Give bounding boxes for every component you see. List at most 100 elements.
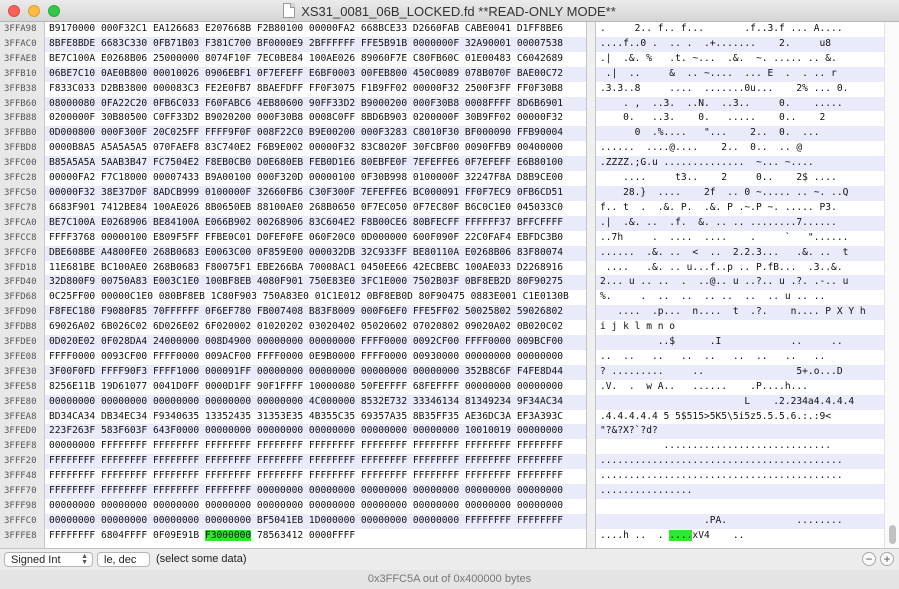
ascii-row[interactable]: ....h .. . ....xV4 .. bbox=[596, 529, 884, 544]
hex-row[interactable]: 0C25FF00 00000C1E0 080BF8EB 1C80F903 750… bbox=[45, 290, 586, 305]
offset-label: 3FFDB8 bbox=[4, 322, 37, 333]
hex-row[interactable]: 00000FA2 F7C18000 00007433 B9A00100 000F… bbox=[45, 171, 586, 186]
hex-row[interactable]: 0000B8A5 A5A5A5A5 070FAEF8 83C740E2 F6B9… bbox=[45, 141, 586, 156]
hex-row[interactable]: 0D020E02 0F028DA4 24000000 008D4900 0000… bbox=[45, 335, 586, 350]
hex-row[interactable]: 8BFE8BDE 6683C330 0FB71B03 F381C700 BF00… bbox=[45, 36, 586, 52]
offset-label: 3FFCF0 bbox=[4, 247, 37, 258]
ascii-row[interactable]: 0 .%.... "... 2.. 0. ... bbox=[596, 126, 884, 142]
hex-row[interactable]: 0D000800 000F300F 20C025FF FFFF9F0F 008F… bbox=[45, 126, 586, 142]
ascii-row[interactable]: ? ......... .. 5+.o...D bbox=[596, 364, 884, 380]
hex-row[interactable]: 8256E11B 19D61077 0041D0FF 0000D1FF 90F1… bbox=[45, 380, 586, 395]
hex-row[interactable]: FFFFFFFF FFFFFFFF FFFFFFFF FFFFFFFF FFFF… bbox=[45, 454, 586, 470]
ascii-row[interactable]: . 2.. f.. f... .f..3.f ... A.... bbox=[596, 22, 884, 37]
endian-select[interactable]: le, dec bbox=[97, 552, 150, 567]
hex-row[interactable]: 223F263F 583F603F 643F0000 00000000 0000… bbox=[45, 424, 586, 440]
hex-row[interactable]: FFFF0000 0093CF00 FFFF0000 009ACF00 FFFF… bbox=[45, 350, 586, 365]
offset-label: 3FFFE8 bbox=[4, 530, 37, 541]
ascii-row[interactable]: ................ bbox=[596, 484, 884, 499]
hex-row[interactable]: BE7C100A E0268906 BE84100A E066B902 0026… bbox=[45, 215, 586, 231]
offset-label: 3FFC78 bbox=[4, 202, 37, 213]
offset-column: 3FFA98 3FFAC0 3FFAE8 3FFB10 3FFB38 3FFB60 3FFB… bbox=[0, 22, 45, 548]
add-inspector-button[interactable]: + bbox=[880, 552, 894, 566]
hex-row[interactable]: 06BE7C10 0AE0B800 00010026 0906EBF1 0F7E… bbox=[45, 66, 586, 82]
offset-label: 3FFEA8 bbox=[4, 411, 37, 422]
scrollbar-thumb[interactable] bbox=[889, 525, 896, 544]
ascii-row[interactable]: .V. . w A.. ...... .P....h... bbox=[596, 380, 884, 395]
offset-label: 3FFF70 bbox=[4, 486, 37, 497]
hex-row[interactable]: 6683F901 7412BE84 100AE026 8B0650EB 8810… bbox=[45, 201, 586, 216]
ascii-row[interactable]: .... .p... n.... t .?. n.... P X Y h bbox=[596, 305, 884, 321]
hex-row[interactable]: FFFFFFFF FFFFFFFF FFFFFFFF FFFFFFFF 0000… bbox=[45, 484, 586, 499]
offset-label: 3FFE30 bbox=[4, 366, 37, 377]
offset-label: 3FFBD8 bbox=[4, 143, 37, 154]
hex-row[interactable]: F8FEC180 F9080F85 70FFFFFF 0F6EF780 FB00… bbox=[45, 305, 586, 321]
hex-row[interactable]: DBE608BE A4800FE0 268B0683 E0063C00 0F85… bbox=[45, 245, 586, 261]
ascii-row[interactable]: .... t3.. 2 0.. 2$ .... bbox=[596, 171, 884, 186]
hex-row[interactable]: 3F00F0FD FFFF90F3 FFFF1000 000091FF 0000… bbox=[45, 364, 586, 380]
hex-row[interactable]: 00000F32 38E37D0F 8ADCB999 0100000F 3266… bbox=[45, 185, 586, 201]
ascii-row[interactable]: ..7h . .... .... . ` "...... bbox=[596, 231, 884, 246]
hex-row[interactable]: 00000000 FFFFFFFF FFFFFFFF FFFFFFFF FFFF… bbox=[45, 439, 586, 454]
offset-label: 3FFAE8 bbox=[4, 53, 37, 64]
ascii-row[interactable]: ...... ....@.... 2.. 0.. .. @ bbox=[596, 141, 884, 156]
ascii-row[interactable]: .ZZZZ.;G.u .............. ~... ~.... bbox=[596, 156, 884, 172]
ascii-row[interactable]: %. . .. .. .. .. .. .. u .. .. bbox=[596, 290, 884, 305]
hex-row[interactable]: 11E681BE BC100AE0 268B0683 F80075F1 EBE2… bbox=[45, 261, 586, 276]
ascii-row[interactable]: ....f..0 . .. . .+....... 2. u8 bbox=[596, 36, 884, 52]
ascii-row[interactable]: 0. ..3. 0. ..... 0.. 2 bbox=[596, 111, 884, 126]
offset-label: 3FFF48 bbox=[4, 471, 37, 482]
hex-row[interactable]: FFFFFFFF FFFFFFFF FFFFFFFF FFFFFFFF FFFF… bbox=[45, 469, 586, 484]
offset-label: 3FFD90 bbox=[4, 307, 37, 318]
hex-editor-content: 3FFA98 3FFAC0 3FFAE8 3FFB10 3FFB38 3FFB60 3FFB… bbox=[0, 22, 899, 548]
pane-divider[interactable] bbox=[586, 22, 596, 548]
ascii-row[interactable]: .... .&. .. u...f..p .. P.fB... .3..&. bbox=[596, 261, 884, 276]
hex-row[interactable]: BD34CA34 DB34EC34 F9340635 13352435 3135… bbox=[45, 410, 586, 425]
ascii-row[interactable]: ............................. bbox=[596, 439, 884, 454]
ascii-row[interactable]: ...... .&. .. < .. 2.2.3... .&. .. t bbox=[596, 245, 884, 261]
ascii-row[interactable]: .| .&. .. .f. &. .. .. ........7...... bbox=[596, 215, 884, 231]
hex-row[interactable]: FFFFFFFF 6804FFFF 0F09E91B F3000000 7856… bbox=[45, 529, 586, 544]
vertical-scrollbar[interactable] bbox=[884, 22, 899, 548]
hex-row[interactable]: 69026A02 6B026C02 6D026E02 6F020002 0102… bbox=[45, 320, 586, 335]
ascii-row[interactable]: "?&?X?`?d? bbox=[596, 424, 884, 440]
ascii-row[interactable]: 28.} .... 2f .. 0 ~..... .. ~. ..Q bbox=[596, 185, 884, 201]
remove-inspector-button[interactable]: − bbox=[862, 552, 876, 566]
offset-label: 3FFB10 bbox=[4, 68, 37, 79]
hex-row-text: 78563412 0000FFFF bbox=[251, 529, 356, 541]
ascii-row[interactable]: ..$ .I .. .. bbox=[596, 335, 884, 350]
hex-row[interactable]: B9170000 000F32C1 EA126683 E207668B F2B8… bbox=[45, 22, 586, 37]
ascii-row[interactable]: ........................................… bbox=[596, 469, 884, 484]
hex-pane[interactable]: B9170000 000F32C1 EA126683 E207668B F2B8… bbox=[45, 22, 586, 548]
ascii-row[interactable]: .| .&. % .t. ~... .&. ~. ..... .. &. bbox=[596, 52, 884, 67]
ascii-pane[interactable]: . 2.. f.. f... .f..3.f ... A.... ....f..0… bbox=[596, 22, 884, 548]
hex-row[interactable]: 0200000F 30B80500 C0FF33D2 B9020200 000F… bbox=[45, 111, 586, 126]
ascii-row[interactable]: . , ..3. ..N. ..3.. 0. ..... bbox=[596, 96, 884, 112]
hex-row[interactable]: 00000000 00000000 00000000 00000000 0000… bbox=[45, 394, 586, 410]
title-bar: XS31_0081_06B_LOCKED.fd **READ-ONLY MODE… bbox=[0, 0, 899, 22]
ascii-row[interactable]: ........................................… bbox=[596, 454, 884, 470]
ascii-row[interactable]: .. .. .. .. .. .. .. .. .. bbox=[596, 350, 884, 365]
hex-row[interactable]: BE7C100A E0268B06 25000000 8074F10F 7EC0… bbox=[45, 52, 586, 67]
ascii-row[interactable]: f.. t . .&. P. .&. P .~.P ~. ..... P3. bbox=[596, 201, 884, 216]
ascii-row[interactable]: .PA. ........ bbox=[596, 513, 884, 529]
offset-label: 3FFC00 bbox=[4, 158, 37, 169]
ascii-row[interactable]: L .2.234a4.4.4.4 bbox=[596, 394, 884, 410]
ascii-row[interactable]: .4.4.4.4.4 5 5$515>5K5\5i5z5.5.5.6.:.:9< bbox=[596, 410, 884, 425]
ascii-row[interactable]: i j k l m n o bbox=[596, 320, 884, 335]
data-type-select[interactable]: Signed Int ▲ ▼ bbox=[4, 552, 93, 567]
hex-row[interactable]: 00000000 00000000 00000000 00000000 BF50… bbox=[45, 513, 586, 529]
offset-label: 3FFC50 bbox=[4, 187, 37, 198]
ascii-row[interactable] bbox=[596, 499, 884, 514]
ascii-row[interactable]: .| .. & .. ~.... ... E . . .. r bbox=[596, 66, 884, 82]
endian-value: le, dec bbox=[104, 554, 137, 566]
hex-row[interactable]: F833C033 D2BB3800 000083C3 FE2E0FB7 8BAE… bbox=[45, 82, 586, 97]
ascii-row[interactable]: 2... u .. .. . ..@.. u ..?.. u .?. .-.. … bbox=[596, 275, 884, 291]
ascii-row[interactable]: .3.3..8 .... .......0u... 2% ... 0. bbox=[596, 82, 884, 97]
offset-label: 3FFE58 bbox=[4, 381, 37, 392]
hex-row[interactable]: 00000000 00000000 00000000 00000000 0000… bbox=[45, 499, 586, 514]
hex-row[interactable]: 32D800F9 00750A83 E003C1E0 100BF8EB 4080… bbox=[45, 275, 586, 291]
hex-row[interactable]: FFFF3768 00000100 E809F5FF FFBE0C01 D0FE… bbox=[45, 231, 586, 246]
hex-row[interactable]: B85A5A5A 5AAB3B47 FC7504E2 F8EB0CB0 D0E6… bbox=[45, 156, 586, 172]
status-bar: 0x3FFC5A out of 0x400000 bytes bbox=[0, 570, 899, 589]
hex-row[interactable]: 08000080 0FA22C20 0FB6C033 F60FABC6 4EB8… bbox=[45, 96, 586, 112]
